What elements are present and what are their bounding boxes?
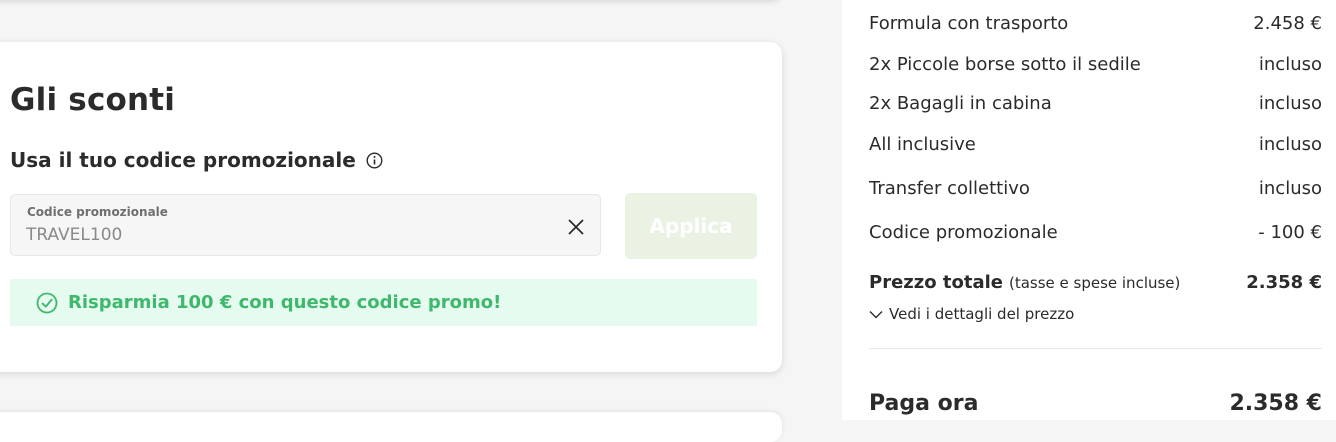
pay-now-label: Paga ora: [869, 391, 979, 416]
close-icon[interactable]: [566, 217, 586, 237]
promo-heading: Usa il tuo codice promozionale: [10, 148, 383, 172]
summary-row-label: Formula con trasporto: [869, 13, 1069, 34]
total-price-note: (tasse e spese incluse): [1008, 274, 1181, 292]
summary-row-value: incluso: [1258, 178, 1322, 199]
promo-code-input[interactable]: [26, 225, 526, 245]
summary-row-value: 2.458 €: [1253, 13, 1322, 34]
total-price-value: 2.358 €: [1246, 272, 1322, 293]
summary-row: Formula con trasporto 2.458 €: [869, 13, 1322, 34]
price-details-link[interactable]: Vedi i dettagli del prezzo: [869, 305, 1074, 323]
total-price-label: Prezzo totale: [869, 272, 1003, 293]
apply-button[interactable]: Applica: [625, 193, 757, 259]
next-card: [0, 412, 782, 442]
promo-code-field[interactable]: Codice promozionale: [10, 194, 601, 256]
discounts-title: Gli sconti: [10, 82, 176, 118]
promo-code-field-label: Codice promozionale: [27, 205, 168, 219]
check-circle-icon: [36, 292, 58, 314]
summary-row: Transfer collettivo incluso: [869, 178, 1322, 199]
summary-row-value: - 100 €: [1258, 222, 1322, 243]
promo-success-banner: Risparmia 100 € con questo codice promo!: [10, 279, 757, 326]
summary-row-label: All inclusive: [869, 134, 976, 155]
pay-now-row: Paga ora 2.358 €: [869, 391, 1322, 416]
summary-row-label: Codice promozionale: [869, 222, 1058, 243]
total-price-row: Prezzo totale (tasse e spese incluse) 2.3…: [869, 272, 1322, 293]
summary-row-label: 2x Piccole borse sotto il sedile: [869, 54, 1141, 75]
summary-row-value: incluso: [1258, 134, 1322, 155]
summary-row: 2x Piccole borse sotto il sedile incluso: [869, 54, 1322, 75]
total-price-label-group: Prezzo totale (tasse e spese incluse): [869, 272, 1180, 293]
summary-row-value: incluso: [1258, 93, 1322, 114]
promo-heading-label: Usa il tuo codice promozionale: [10, 148, 356, 172]
summary-row: All inclusive incluso: [869, 134, 1322, 155]
summary-row-label: Transfer collettivo: [869, 178, 1030, 199]
chevron-down-icon: [869, 310, 883, 319]
summary-row-label: 2x Bagagli in cabina: [869, 93, 1052, 114]
pay-now-value: 2.358 €: [1229, 391, 1322, 416]
info-icon[interactable]: [366, 151, 383, 169]
promo-success-message: Risparmia 100 € con questo codice promo!: [68, 292, 502, 313]
summary-divider: [869, 348, 1322, 349]
price-details-label: Vedi i dettagli del prezzo: [889, 305, 1075, 323]
summary-row: 2x Bagagli in cabina incluso: [869, 93, 1322, 114]
summary-row-value: incluso: [1258, 54, 1322, 75]
summary-row: Codice promozionale - 100 €: [869, 222, 1322, 243]
